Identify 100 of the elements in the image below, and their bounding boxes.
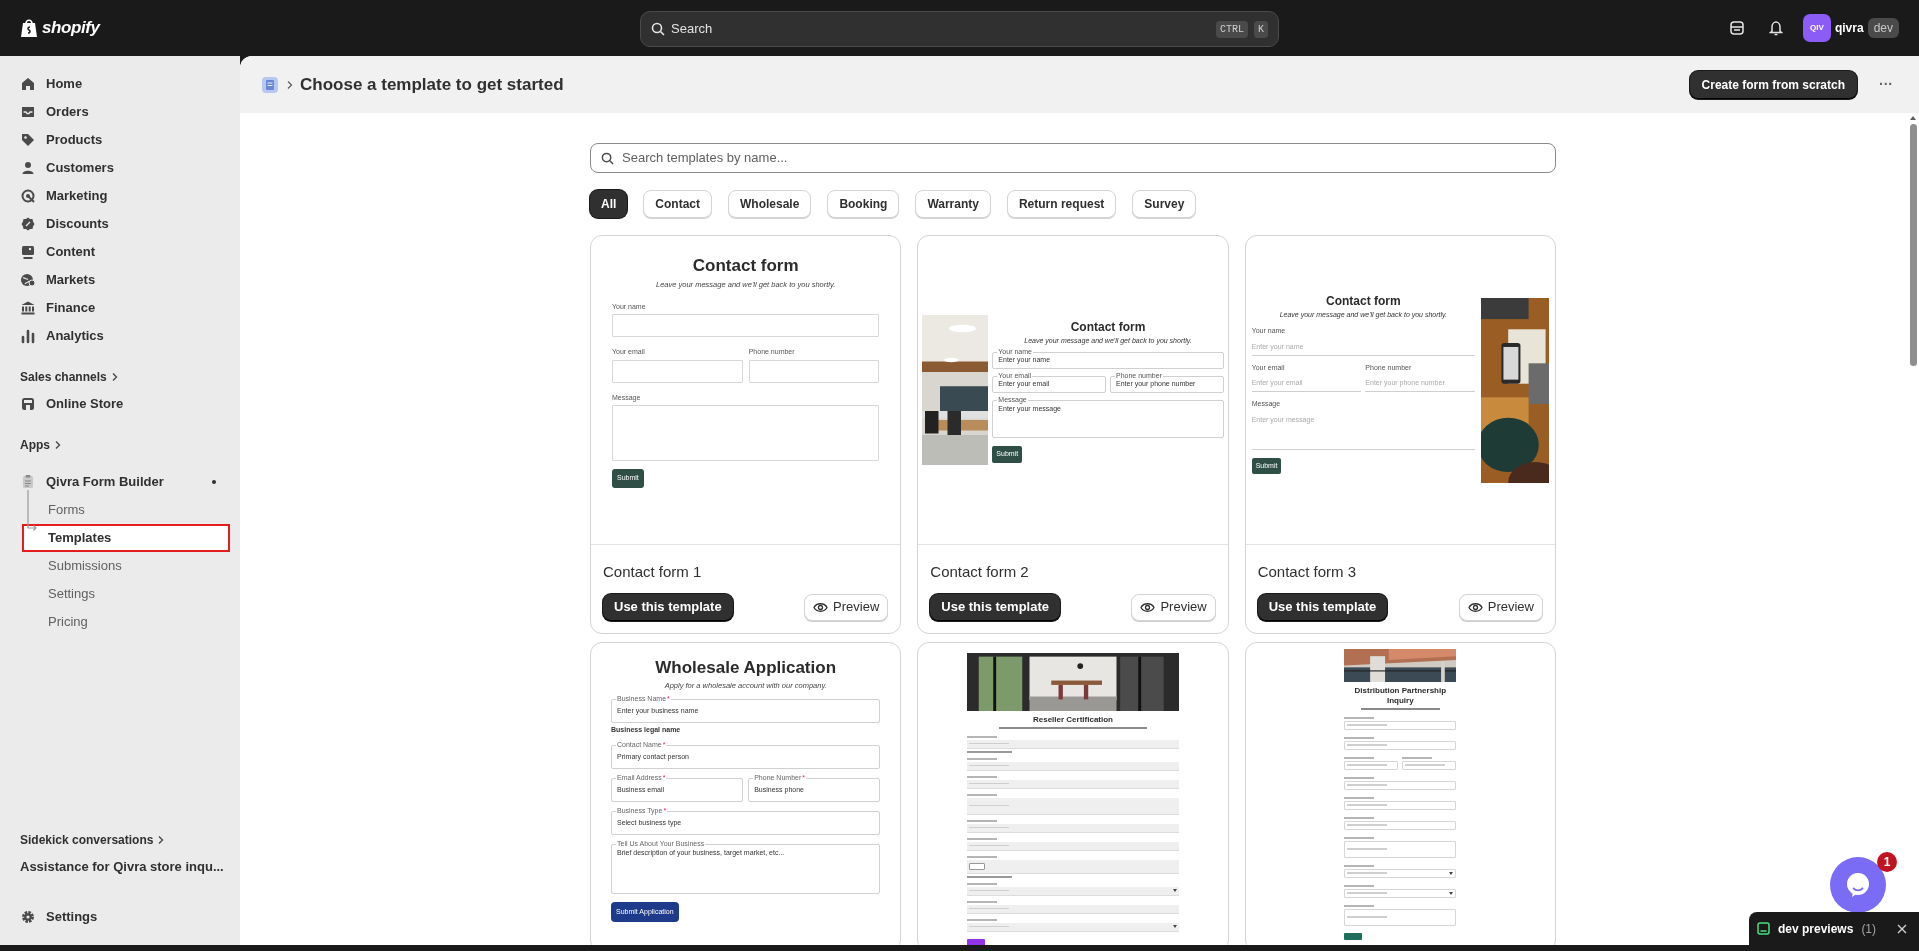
template-name: Contact form 1 — [603, 562, 703, 582]
store-icon — [20, 396, 36, 412]
avatar[interactable]: QIV — [1802, 14, 1831, 42]
nav-item[interactable]: Discounts — [10, 210, 230, 238]
text-line — [967, 855, 997, 858]
bank-icon — [20, 300, 36, 316]
percent-badge-icon — [20, 216, 36, 232]
template-name: Contact form 2 — [930, 562, 1030, 582]
text-line — [1344, 816, 1375, 819]
chat-button[interactable] — [1830, 857, 1886, 913]
nav-item[interactable]: Submissions — [10, 552, 230, 580]
use-template-button[interactable]: Use this template — [603, 593, 733, 621]
dev-badge: dev — [1867, 18, 1899, 38]
text-line — [967, 900, 997, 903]
chevron-right-icon — [110, 372, 119, 382]
tag-icon — [20, 132, 36, 148]
panel-icon — [1757, 922, 1770, 935]
nav-item[interactable]: Analytics — [10, 322, 230, 350]
filter-tab[interactable]: Booking — [827, 190, 900, 218]
nav-item[interactable]: Customers — [10, 154, 230, 182]
form-title: Contact form — [1069, 318, 1147, 336]
filter-tab[interactable]: Survey — [1132, 190, 1197, 218]
text-line — [967, 793, 997, 796]
eye-icon — [1140, 601, 1156, 613]
section-link[interactable]: Sales channels — [10, 364, 230, 390]
logo-text: shopify — [42, 17, 100, 40]
nav-item[interactable]: Home — [10, 70, 230, 98]
scrollbar[interactable] — [1909, 116, 1917, 366]
nav-item[interactable]: Online Store — [10, 390, 230, 418]
text-line — [1344, 796, 1375, 799]
dev-previews-count: (1) — [1861, 920, 1877, 938]
section-link[interactable]: Apps — [10, 432, 230, 458]
filter-tab[interactable]: Contact — [643, 190, 712, 218]
text-line — [967, 918, 997, 921]
search-field[interactable]: Search templates by name... — [590, 143, 1556, 173]
search-icon — [601, 151, 614, 165]
nav-item[interactable]: Forms — [10, 496, 230, 524]
filter-tab[interactable]: Return request — [1006, 190, 1117, 218]
nav-item[interactable]: Orders — [10, 98, 230, 126]
use-template-button[interactable]: Use this template — [1257, 593, 1388, 621]
text-line — [1402, 756, 1433, 759]
clipboard-icon[interactable] — [260, 74, 280, 95]
filter-tab[interactable]: All — [590, 190, 628, 218]
chat-bubble-icon — [1845, 872, 1871, 898]
inbox-icon — [20, 104, 36, 120]
caret-icon — [1173, 889, 1177, 892]
nav-item[interactable]: Settings — [10, 903, 230, 931]
text-line — [1344, 736, 1375, 739]
gear-icon — [20, 909, 36, 925]
caret-icon — [1173, 925, 1177, 928]
preview-button[interactable]: Preview — [1458, 593, 1543, 621]
text-line — [1344, 884, 1375, 887]
nav-item[interactable]: Pricing — [10, 608, 230, 636]
store-name[interactable]: qivra — [1834, 19, 1864, 37]
caret-icon — [1449, 891, 1454, 895]
use-template-button[interactable]: Use this template — [930, 593, 1060, 621]
bell-icon[interactable] — [1768, 20, 1783, 36]
nav-item[interactable]: Marketing — [10, 182, 230, 210]
filter-tab[interactable]: Wholesale — [728, 190, 812, 218]
nav-item[interactable]: Markets — [10, 266, 230, 294]
nav-item[interactable]: Settings — [10, 580, 230, 608]
text-line — [1344, 776, 1375, 779]
nav-item[interactable]: Content — [10, 238, 230, 266]
form-title: Contact form — [1325, 292, 1402, 310]
chevron-right-icon — [286, 79, 294, 90]
text-line — [967, 757, 997, 760]
nav-item[interactable]: Products — [10, 126, 230, 154]
nav-item[interactable]: Finance — [10, 294, 230, 322]
eye-icon — [1467, 601, 1483, 613]
notification-badge: 1 — [1877, 852, 1897, 872]
home-icon — [20, 76, 36, 92]
more-button[interactable]: ··· — [1879, 74, 1893, 95]
eye-icon — [813, 601, 829, 613]
nav-item[interactable]: Templates — [22, 524, 230, 552]
target-icon — [20, 188, 36, 204]
preview-button[interactable]: Preview — [1131, 593, 1216, 621]
form-title: Reseller Certification — [1031, 714, 1114, 725]
shortcut-key: CTRL — [1215, 20, 1248, 38]
globe-icon — [20, 272, 36, 288]
filter-tab[interactable]: Warranty — [915, 190, 991, 218]
person-icon — [20, 160, 36, 176]
text-line — [1344, 864, 1375, 867]
create-form-button[interactable]: Create form from scratch — [1689, 70, 1857, 99]
text-line — [1344, 756, 1375, 759]
conversation-link[interactable]: Assistance for Qivra store inqu... — [10, 853, 230, 881]
form-title: Wholesale Application — [654, 656, 838, 679]
scroll-up-icon — [1910, 116, 1916, 120]
store-icon[interactable] — [1728, 20, 1745, 36]
template-name: Contact form 3 — [1257, 562, 1358, 582]
nav-item[interactable]: Qivra Form Builder — [10, 468, 212, 496]
preview-button[interactable]: Preview — [804, 593, 889, 621]
caret-icon — [1449, 871, 1454, 875]
form-title: Distribution Partnership Inquiry — [1353, 685, 1448, 706]
section-link[interactable]: Sidekick conversations — [10, 827, 230, 853]
close-icon[interactable] — [1897, 923, 1907, 934]
input-field — [1402, 760, 1457, 770]
page-title: Choose a template to get started — [300, 73, 564, 96]
text-line — [1344, 716, 1375, 719]
text-line — [1344, 836, 1375, 839]
search-field[interactable]: Search CTRL K — [640, 11, 1279, 47]
